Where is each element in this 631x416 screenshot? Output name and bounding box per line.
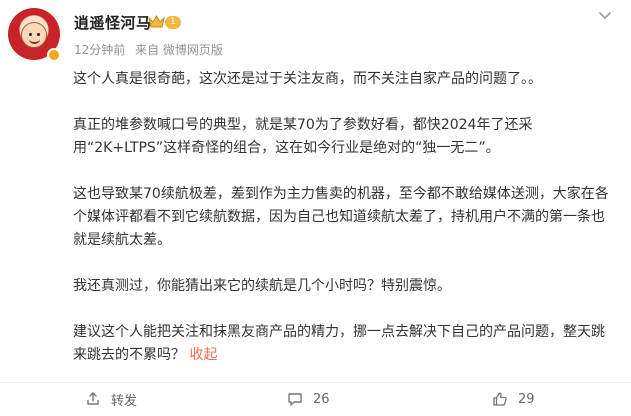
comment-icon [288, 393, 302, 406]
post-source: 来自 微博网页版 [135, 43, 223, 57]
post-paragraph: 这个人真是很奇葩，这次还是过于关注友商，而不关注自家产品的问题了。。 [73, 71, 542, 87]
level-badge: 1 [165, 16, 181, 29]
avatar-eye [37, 33, 40, 36]
avatar-eye [29, 33, 32, 36]
divider [0, 382, 631, 383]
post-paragraph: 我还真测过，你能猜出来它的续航是几个小时吗？特别震惊。 [73, 278, 451, 294]
post-paragraph-text: 建议这个人能把关注和抹黑友商产品的精力，挪一点去解决下自己的产品问题，整天跳来跳… [73, 324, 605, 363]
share-icon [87, 392, 99, 405]
like-button[interactable]: 29 [492, 389, 535, 409]
post-meta: 12分钟前 来自 微博网页版 [74, 41, 229, 58]
post-content: 这个人真是很奇葩，这次还是过于关注友商，而不关注自家产品的问题了。。 真正的堆参… [73, 68, 618, 367]
verified-badge-icon [47, 48, 61, 62]
comment-count: 26 [313, 391, 330, 407]
username[interactable]: 逍遥怪河马 [74, 12, 152, 33]
crown-icon [148, 15, 165, 28]
share-label: 转发 [111, 393, 138, 409]
post-time[interactable]: 12分钟前 [74, 43, 125, 57]
thumbs-up-icon [493, 392, 507, 406]
comment-button[interactable]: 26 [287, 389, 330, 409]
avatar-mouth [29, 39, 40, 44]
collapse-link[interactable]: 收起 [189, 347, 217, 363]
post-paragraph: 真正的堆参数喊口号的典型，就是某70为了参数好看，都快2024年了还采用“2K+… [73, 117, 533, 156]
post-paragraph: 这也导致某70续航极差，差到作为主力售卖的机器，至今都不敢给媒体送测，大家在各个… [73, 186, 609, 248]
post-paragraph-last: 建议这个人能把关注和抹黑友商产品的精力，挪一点去解决下自己的产品问题，整天跳来跳… [73, 321, 618, 367]
like-count: 29 [518, 391, 535, 407]
share-button[interactable]: 转发 [85, 389, 137, 409]
chevron-down-icon[interactable] [598, 9, 612, 23]
avatar-face [21, 22, 47, 48]
